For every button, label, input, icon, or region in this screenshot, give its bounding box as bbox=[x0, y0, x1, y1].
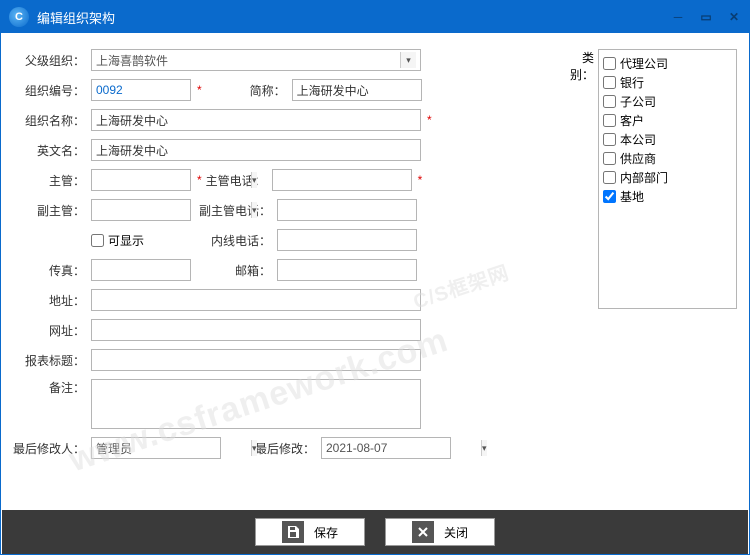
category-item[interactable]: 银行 bbox=[603, 73, 732, 92]
category-item-label: 子公司 bbox=[620, 93, 656, 110]
category-item[interactable]: 内部部门 bbox=[603, 168, 732, 187]
minimize-button[interactable]: ─ bbox=[671, 10, 685, 24]
fax-input[interactable] bbox=[91, 259, 191, 281]
category-item[interactable]: 子公司 bbox=[603, 92, 732, 111]
category-checkbox[interactable] bbox=[603, 114, 616, 127]
modified-at-combo[interactable]: ▾ bbox=[321, 437, 451, 459]
short-name-label: 简称： bbox=[202, 82, 292, 99]
chevron-down-icon: ▾ bbox=[251, 440, 257, 456]
modified-at-input bbox=[326, 439, 481, 457]
website-input[interactable] bbox=[91, 319, 421, 341]
email-label: 邮箱： bbox=[191, 262, 277, 279]
parent-org-combo[interactable]: ▾ bbox=[91, 49, 421, 71]
category-label: 类别： bbox=[562, 49, 598, 83]
category-checkbox[interactable] bbox=[603, 171, 616, 184]
address-label: 地址： bbox=[13, 292, 91, 309]
close-icon bbox=[412, 521, 434, 543]
remark-label: 备注： bbox=[13, 379, 91, 396]
required-mark: * bbox=[427, 113, 432, 127]
modified-by-input bbox=[96, 439, 251, 457]
form-content: 父级组织： ▾ 组织编号： * 简称： 组织名称： * 英文名： 主管： bbox=[1, 33, 749, 493]
fax-label: 传真： bbox=[13, 262, 91, 279]
chevron-down-icon: ▾ bbox=[481, 440, 487, 456]
manager-input[interactable] bbox=[96, 171, 251, 189]
category-item[interactable]: 客户 bbox=[603, 111, 732, 130]
app-logo-icon: C bbox=[9, 7, 29, 27]
category-item-label: 供应商 bbox=[620, 150, 656, 167]
category-checkbox[interactable] bbox=[603, 152, 616, 165]
internal-tel-input[interactable] bbox=[277, 229, 417, 251]
category-checkbox[interactable] bbox=[603, 76, 616, 89]
org-name-input[interactable] bbox=[91, 109, 421, 131]
manager-label: 主管： bbox=[13, 172, 91, 189]
category-checkbox[interactable] bbox=[603, 95, 616, 108]
chevron-down-icon: ▾ bbox=[251, 172, 257, 188]
required-mark: * bbox=[418, 173, 423, 187]
save-icon bbox=[282, 521, 304, 543]
category-item-label: 基地 bbox=[620, 188, 644, 205]
manager-tel-input[interactable] bbox=[272, 169, 412, 191]
category-item[interactable]: 本公司 bbox=[603, 130, 732, 149]
category-item[interactable]: 供应商 bbox=[603, 149, 732, 168]
address-input[interactable] bbox=[91, 289, 421, 311]
eng-name-label: 英文名： bbox=[13, 142, 91, 159]
category-checkbox[interactable] bbox=[603, 57, 616, 70]
category-item-label: 代理公司 bbox=[620, 55, 668, 72]
category-item[interactable]: 基地 bbox=[603, 187, 732, 206]
vice-manager-input[interactable] bbox=[96, 201, 251, 219]
maximize-button[interactable]: ▭ bbox=[699, 10, 713, 24]
save-button[interactable]: 保存 bbox=[255, 518, 365, 546]
category-item-label: 本公司 bbox=[620, 131, 656, 148]
email-input[interactable] bbox=[277, 259, 417, 281]
close-window-button[interactable]: ✕ bbox=[727, 10, 741, 24]
short-name-input[interactable] bbox=[292, 79, 422, 101]
manager-combo[interactable]: ▾ bbox=[91, 169, 191, 191]
category-checkbox[interactable] bbox=[603, 190, 616, 203]
visible-checkbox[interactable] bbox=[91, 234, 104, 247]
parent-org-label: 父级组织： bbox=[13, 52, 91, 69]
close-button-label: 关闭 bbox=[444, 524, 468, 541]
category-item-label: 银行 bbox=[620, 74, 644, 91]
report-title-label: 报表标题： bbox=[13, 352, 91, 369]
website-label: 网址： bbox=[13, 322, 91, 339]
title-bar: C 编辑组织架构 ─ ▭ ✕ bbox=[1, 1, 749, 33]
vice-manager-label: 副主管： bbox=[13, 202, 91, 219]
visible-checkbox-label: 可显示 bbox=[108, 232, 144, 249]
remark-textarea[interactable] bbox=[91, 379, 421, 429]
internal-tel-label: 内线电话： bbox=[191, 232, 277, 249]
eng-name-input[interactable] bbox=[91, 139, 421, 161]
vice-manager-combo[interactable]: ▾ bbox=[91, 199, 191, 221]
category-checkbox[interactable] bbox=[603, 133, 616, 146]
category-list: 代理公司银行子公司客户本公司供应商内部部门基地 bbox=[598, 49, 737, 309]
vice-manager-tel-input[interactable] bbox=[277, 199, 417, 221]
parent-org-input bbox=[96, 51, 400, 69]
modified-by-combo[interactable]: ▾ bbox=[91, 437, 221, 459]
footer-bar: 保存 关闭 bbox=[2, 510, 748, 554]
category-item-label: 内部部门 bbox=[620, 169, 668, 186]
category-item-label: 客户 bbox=[620, 112, 644, 129]
modified-by-label: 最后修改人： bbox=[13, 440, 91, 457]
visible-checkbox-wrap[interactable]: 可显示 bbox=[91, 232, 191, 249]
chevron-down-icon: ▾ bbox=[251, 202, 257, 218]
chevron-down-icon: ▾ bbox=[400, 52, 416, 68]
org-name-label: 组织名称： bbox=[13, 112, 91, 129]
category-item[interactable]: 代理公司 bbox=[603, 54, 732, 73]
save-button-label: 保存 bbox=[314, 524, 338, 541]
close-button[interactable]: 关闭 bbox=[385, 518, 495, 546]
org-code-label: 组织编号： bbox=[13, 82, 91, 99]
window-title: 编辑组织架构 bbox=[37, 8, 671, 27]
org-code-input[interactable] bbox=[91, 79, 191, 101]
report-title-input[interactable] bbox=[91, 349, 421, 371]
